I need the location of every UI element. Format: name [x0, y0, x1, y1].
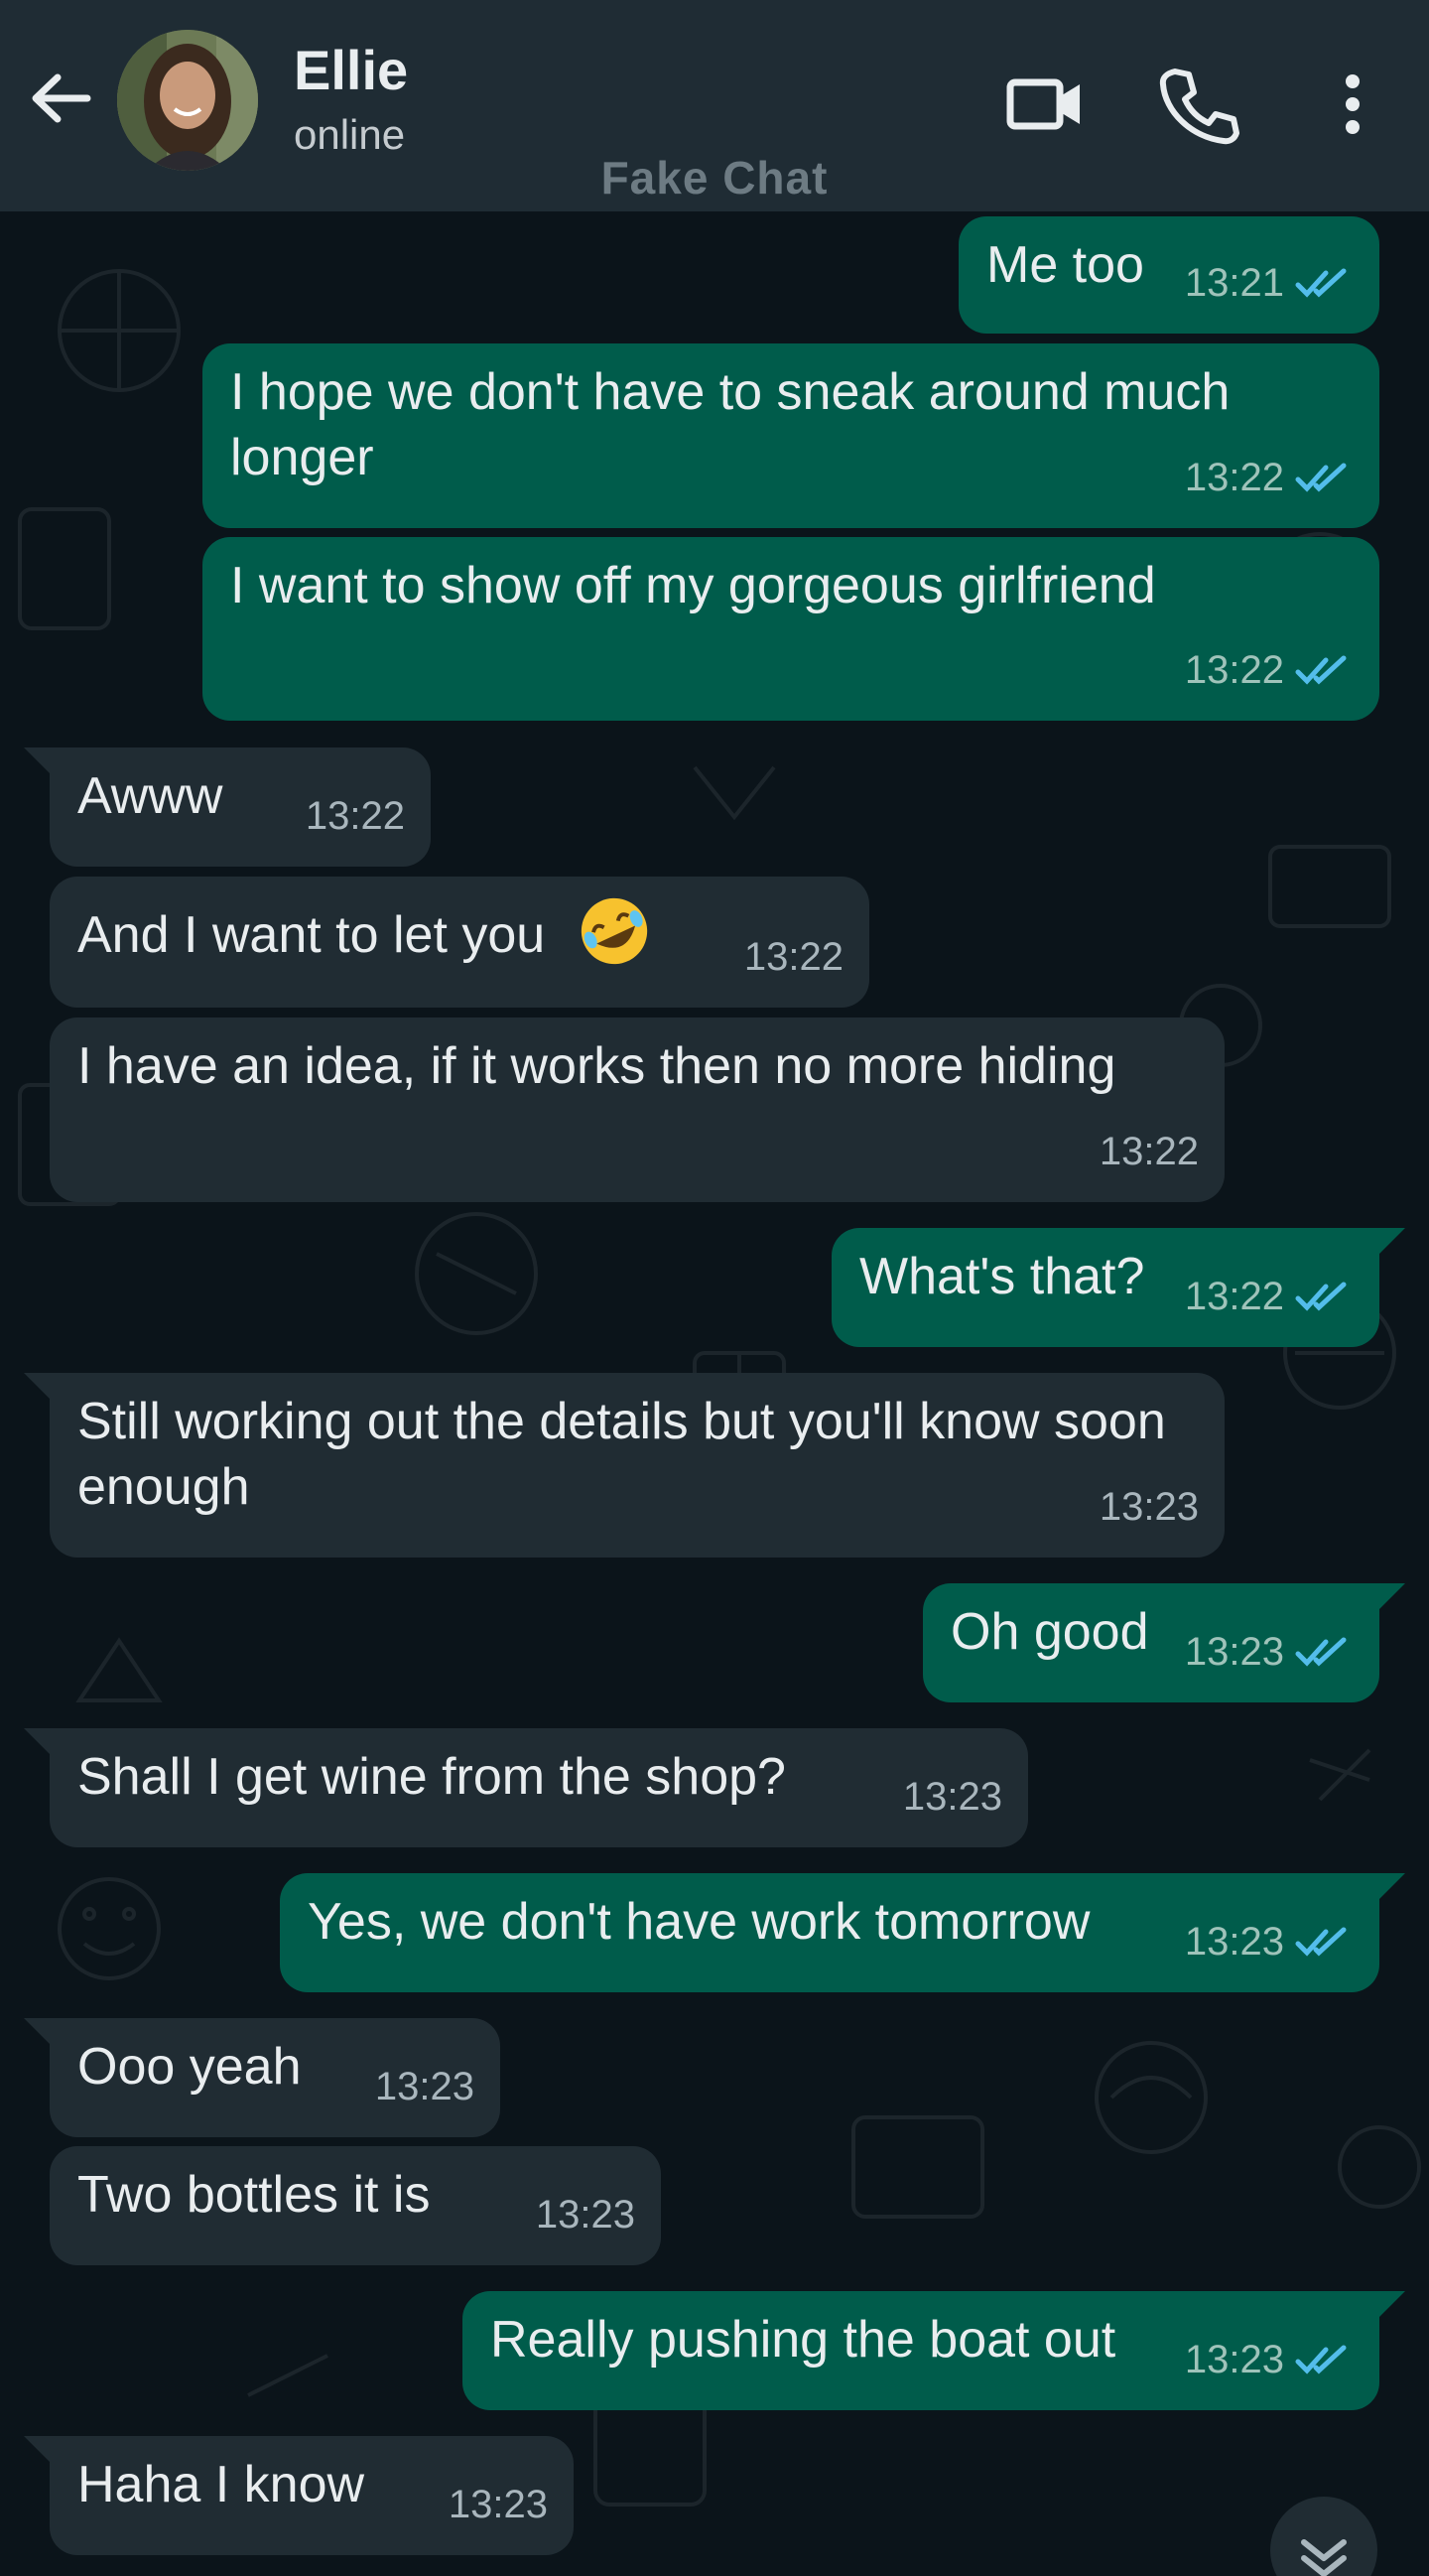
message-text: And I want to let you: [77, 906, 546, 964]
message-text: Awww: [77, 767, 223, 825]
message-meta: 13:21: [1185, 250, 1354, 316]
bubble-tail: [1375, 1873, 1405, 1903]
message-time: 13:23: [1099, 1485, 1199, 1529]
read-ticks-icon: [1295, 268, 1347, 298]
message-bubble-outgoing[interactable]: I hope we don't have to sneak around muc…: [202, 343, 1379, 528]
message-text: Me too: [986, 236, 1144, 294]
message-meta: 13:22: [306, 783, 405, 849]
read-ticks-icon: [1295, 1282, 1347, 1311]
bubble-tail: [24, 2018, 54, 2048]
read-ticks-icon: [1295, 1927, 1347, 1957]
message-text: Two bottles it is: [77, 2166, 431, 2224]
message-text: What's that?: [859, 1248, 1145, 1305]
message-time: 13:23: [902, 1775, 1002, 1819]
chat-area[interactable]: Me too 13:21 I hope we don't have to sne…: [0, 211, 1429, 2576]
message-time: 13:23: [1184, 1920, 1284, 1964]
bubble-tail: [24, 1373, 54, 1403]
message-meta: 13:22: [1185, 1264, 1354, 1329]
message-meta: 13:22: [1185, 637, 1354, 703]
double-chevron-down-icon: [1301, 2539, 1347, 2576]
message-text: Yes, we don't have work tomorrow: [308, 1893, 1091, 1951]
message-time: 13:23: [535, 2193, 635, 2237]
more-vert-icon[interactable]: [1308, 60, 1397, 149]
message-text: Still working out the details but you'll…: [77, 1393, 1166, 1516]
message-time: 13:22: [743, 935, 844, 979]
message-text: Shall I get wine from the shop?: [77, 1748, 786, 1806]
message-meta: 13:23: [449, 2472, 548, 2537]
message-bubble-outgoing[interactable]: Oh good 13:23: [923, 1583, 1405, 1702]
message-text: Haha I know: [77, 2456, 365, 2513]
message-time: 13:23: [448, 2483, 548, 2526]
message-meta: 13:22: [1100, 1119, 1199, 1184]
message-meta: 13:23: [536, 2182, 635, 2247]
message-meta: 13:23: [1185, 2327, 1354, 2392]
message-text: I have an idea, if it works then no more…: [77, 1037, 1116, 1095]
bubble-tail: [24, 1728, 54, 1758]
message-time: 13:22: [1184, 456, 1284, 499]
message-bubble-outgoing[interactable]: Me too 13:21: [959, 216, 1379, 334]
message-time: 13:22: [1184, 648, 1284, 692]
message-meta: 13:22: [744, 924, 844, 990]
chat-header: Ellie online Fake Chat: [0, 0, 1429, 211]
message-bubble-incoming[interactable]: Haha I know 13:23: [24, 2436, 574, 2555]
read-ticks-icon: [1295, 655, 1347, 685]
message-time: 13:23: [374, 2065, 474, 2108]
message-time: 13:23: [1184, 1630, 1284, 1674]
message-text: Oh good: [951, 1603, 1149, 1661]
back-arrow-icon[interactable]: [28, 66, 93, 131]
message-bubble-incoming[interactable]: Shall I get wine from the shop? 13:23: [24, 1728, 1028, 1847]
message-time: 13:22: [305, 794, 405, 838]
scroll-to-bottom-button[interactable]: [1270, 2497, 1377, 2576]
message-bubble-incoming[interactable]: Ooo yeah 13:23: [24, 2018, 500, 2137]
message-meta: 13:23: [903, 1764, 1002, 1830]
read-ticks-icon: [1295, 463, 1347, 492]
bubble-tail: [1375, 1583, 1405, 1613]
message-bubble-incoming[interactable]: I have an idea, if it works then no more…: [50, 1017, 1225, 1202]
message-bubble-outgoing[interactable]: Yes, we don't have work tomorrow 13:23: [280, 1873, 1405, 1992]
message-meta: 13:23: [1185, 1909, 1354, 1974]
message-meta: 13:23: [375, 2054, 474, 2119]
message-bubble-incoming[interactable]: And I want to let you 13:22: [50, 877, 869, 1008]
bubble-tail: [1375, 2291, 1405, 2321]
message-bubble-incoming[interactable]: Awww 13:22: [24, 747, 431, 867]
read-ticks-icon: [1295, 2345, 1347, 2374]
message-text: Ooo yeah: [77, 2038, 302, 2096]
phone-icon[interactable]: [1153, 60, 1242, 149]
message-meta: 13:23: [1100, 1474, 1199, 1540]
bubble-tail: [24, 2436, 54, 2466]
message-bubble-outgoing[interactable]: Really pushing the boat out 13:23: [462, 2291, 1405, 2410]
bubble-tail: [1375, 1228, 1405, 1258]
message-bubble-incoming[interactable]: Still working out the details but you'll…: [24, 1373, 1225, 1558]
message-text: I hope we don't have to sneak around muc…: [230, 363, 1231, 486]
video-call-icon[interactable]: [1000, 60, 1090, 149]
bubble-tail: [24, 747, 54, 777]
read-ticks-icon: [1295, 1637, 1347, 1667]
message-bubble-outgoing[interactable]: I want to show off my gorgeous girlfrien…: [202, 537, 1379, 721]
message-time: 13:21: [1184, 261, 1284, 305]
message-time: 13:22: [1184, 1275, 1284, 1318]
contact-name[interactable]: Ellie: [294, 38, 408, 102]
watermark-text: Fake Chat: [600, 152, 829, 203]
contact-avatar[interactable]: [117, 30, 258, 171]
message-time: 13:22: [1099, 1130, 1199, 1173]
message-bubble-incoming[interactable]: Two bottles it is 13:23: [50, 2146, 661, 2265]
message-meta: 13:23: [1185, 1619, 1354, 1685]
message-bubble-outgoing[interactable]: What's that? 13:22: [832, 1228, 1405, 1347]
message-meta: 13:22: [1185, 445, 1354, 510]
message-time: 13:23: [1184, 2338, 1284, 2381]
message-text: Really pushing the boat out: [490, 2311, 1116, 2369]
message-text: I want to show off my gorgeous girlfrien…: [230, 557, 1156, 614]
rolling-on-floor-laughing-emoji: [581, 897, 647, 965]
